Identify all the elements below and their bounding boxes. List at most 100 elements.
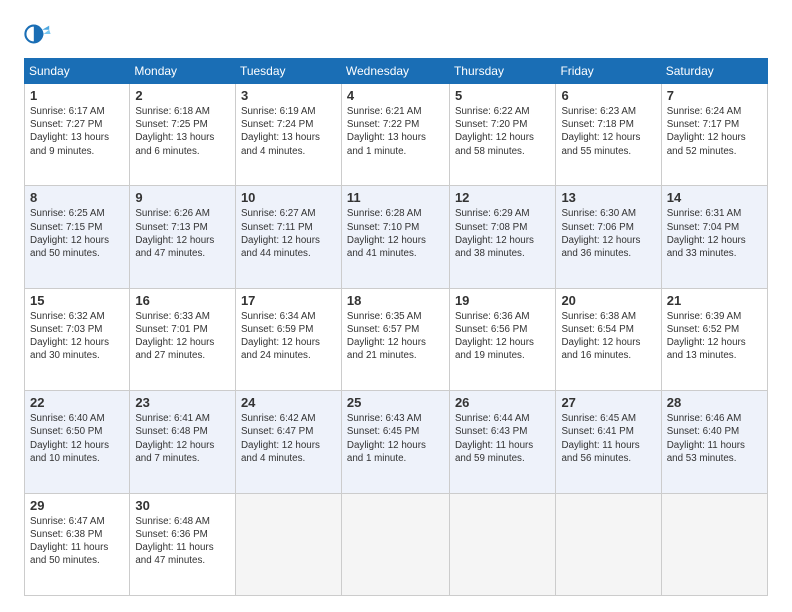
calendar-cell: 3Sunrise: 6:19 AMSunset: 7:24 PMDaylight… <box>235 84 341 186</box>
cell-info: Sunrise: 6:31 AMSunset: 7:04 PMDaylight:… <box>667 207 762 260</box>
day-number: 24 <box>241 395 336 410</box>
calendar-cell: 30 Sunrise: 6:48 AMSunset: 6:36 PMDayligh… <box>130 493 236 595</box>
day-number: 2 <box>135 88 230 103</box>
cell-info: Sunrise: 6:43 AMSunset: 6:45 PMDaylight:… <box>347 412 444 465</box>
day-number: 19 <box>455 293 550 308</box>
calendar-cell: 4 Sunrise: 6:21 AMSunset: 7:22 PMDaylight… <box>341 84 449 186</box>
calendar-header-monday: Monday <box>130 59 236 84</box>
cell-info: Sunrise: 6:33 AMSunset: 7:01 PMDaylight:… <box>135 310 230 363</box>
cell-info: Sunrise: 6:17 AMSunset: 7:27 PMDaylight:… <box>30 105 124 158</box>
calendar-cell: 8 Sunrise: 6:25 AMSunset: 7:15 PMDaylight… <box>25 186 130 288</box>
day-number: 14 <box>667 190 762 205</box>
day-number: 1 <box>30 88 124 103</box>
calendar-cell: 21Sunrise: 6:39 AMSunset: 6:52 PMDayligh… <box>661 288 767 390</box>
calendar-body: 1 Sunrise: 6:17 AMSunset: 7:27 PMDaylight… <box>25 84 768 596</box>
calendar-cell: 25 Sunrise: 6:43 AMSunset: 6:45 PMDayligh… <box>341 391 449 493</box>
calendar-week-row: 8 Sunrise: 6:25 AMSunset: 7:15 PMDaylight… <box>25 186 768 288</box>
calendar-cell: 1 Sunrise: 6:17 AMSunset: 7:27 PMDaylight… <box>25 84 130 186</box>
cell-info: Sunrise: 6:21 AMSunset: 7:22 PMDaylight:… <box>347 105 444 158</box>
day-number: 3 <box>241 88 336 103</box>
calendar-cell: 11 Sunrise: 6:28 AMSunset: 7:10 PMDayligh… <box>341 186 449 288</box>
day-number: 4 <box>347 88 444 103</box>
day-number: 16 <box>135 293 230 308</box>
calendar-cell <box>556 493 661 595</box>
day-number: 25 <box>347 395 444 410</box>
header <box>24 20 768 48</box>
cell-info: Sunrise: 6:35 AMSunset: 6:57 PMDaylight:… <box>347 310 444 363</box>
calendar-cell: 15Sunrise: 6:32 AMSunset: 7:03 PMDayligh… <box>25 288 130 390</box>
day-number: 29 <box>30 498 124 513</box>
calendar-week-row: 22 Sunrise: 6:40 AMSunset: 6:50 PMDayligh… <box>25 391 768 493</box>
calendar-cell: 17 Sunrise: 6:34 AMSunset: 6:59 PMDayligh… <box>235 288 341 390</box>
cell-info: Sunrise: 6:28 AMSunset: 7:10 PMDaylight:… <box>347 207 444 260</box>
calendar-cell: 29 Sunrise: 6:47 AMSunset: 6:38 PMDayligh… <box>25 493 130 595</box>
calendar-header-tuesday: Tuesday <box>235 59 341 84</box>
day-number: 12 <box>455 190 550 205</box>
logo <box>24 20 56 48</box>
cell-info: Sunrise: 6:25 AMSunset: 7:15 PMDaylight:… <box>30 207 124 260</box>
cell-info: Sunrise: 6:39 AMSunset: 6:52 PMDaylight:… <box>667 310 762 363</box>
day-number: 26 <box>455 395 550 410</box>
calendar-cell: 7Sunrise: 6:24 AMSunset: 7:17 PMDaylight… <box>661 84 767 186</box>
day-number: 30 <box>135 498 230 513</box>
calendar-cell <box>661 493 767 595</box>
cell-info: Sunrise: 6:45 AMSunset: 6:41 PMDaylight:… <box>561 412 655 465</box>
calendar-cell: 6 Sunrise: 6:23 AMSunset: 7:18 PMDaylight… <box>556 84 661 186</box>
calendar-cell: 20 Sunrise: 6:38 AMSunset: 6:54 PMDayligh… <box>556 288 661 390</box>
calendar-week-row: 15Sunrise: 6:32 AMSunset: 7:03 PMDayligh… <box>25 288 768 390</box>
cell-info: Sunrise: 6:44 AMSunset: 6:43 PMDaylight:… <box>455 412 550 465</box>
cell-info: Sunrise: 6:18 AMSunset: 7:25 PMDaylight:… <box>135 105 230 158</box>
cell-info: Sunrise: 6:26 AMSunset: 7:13 PMDaylight:… <box>135 207 230 260</box>
calendar-cell: 24 Sunrise: 6:42 AMSunset: 6:47 PMDayligh… <box>235 391 341 493</box>
calendar-cell: 13 Sunrise: 6:30 AMSunset: 7:06 PMDayligh… <box>556 186 661 288</box>
calendar-cell: 18 Sunrise: 6:35 AMSunset: 6:57 PMDayligh… <box>341 288 449 390</box>
calendar-cell: 19 Sunrise: 6:36 AMSunset: 6:56 PMDayligh… <box>449 288 555 390</box>
calendar-header-saturday: Saturday <box>661 59 767 84</box>
calendar-header-wednesday: Wednesday <box>341 59 449 84</box>
day-number: 28 <box>667 395 762 410</box>
cell-info: Sunrise: 6:29 AMSunset: 7:08 PMDaylight:… <box>455 207 550 260</box>
cell-info: Sunrise: 6:36 AMSunset: 6:56 PMDaylight:… <box>455 310 550 363</box>
calendar-header-sunday: Sunday <box>25 59 130 84</box>
day-number: 17 <box>241 293 336 308</box>
calendar-cell: 28 Sunrise: 6:46 AMSunset: 6:40 PMDayligh… <box>661 391 767 493</box>
cell-info: Sunrise: 6:48 AMSunset: 6:36 PMDaylight:… <box>135 515 230 568</box>
cell-info: Sunrise: 6:34 AMSunset: 6:59 PMDaylight:… <box>241 310 336 363</box>
cell-info: Sunrise: 6:47 AMSunset: 6:38 PMDaylight:… <box>30 515 124 568</box>
logo-area <box>24 20 56 48</box>
calendar-cell: 27Sunrise: 6:45 AMSunset: 6:41 PMDayligh… <box>556 391 661 493</box>
cell-info: Sunrise: 6:38 AMSunset: 6:54 PMDaylight:… <box>561 310 655 363</box>
day-number: 8 <box>30 190 124 205</box>
day-number: 13 <box>561 190 655 205</box>
calendar-table: SundayMondayTuesdayWednesdayThursdayFrid… <box>24 58 768 596</box>
cell-info: Sunrise: 6:23 AMSunset: 7:18 PMDaylight:… <box>561 105 655 158</box>
calendar-week-row: 29 Sunrise: 6:47 AMSunset: 6:38 PMDayligh… <box>25 493 768 595</box>
day-number: 18 <box>347 293 444 308</box>
calendar-cell: 10Sunrise: 6:27 AMSunset: 7:11 PMDayligh… <box>235 186 341 288</box>
day-number: 7 <box>667 88 762 103</box>
day-number: 23 <box>135 395 230 410</box>
calendar-cell <box>341 493 449 595</box>
day-number: 5 <box>455 88 550 103</box>
day-number: 6 <box>561 88 655 103</box>
cell-info: Sunrise: 6:22 AMSunset: 7:20 PMDaylight:… <box>455 105 550 158</box>
day-number: 10 <box>241 190 336 205</box>
calendar-cell: 26 Sunrise: 6:44 AMSunset: 6:43 PMDayligh… <box>449 391 555 493</box>
day-number: 15 <box>30 293 124 308</box>
cell-info: Sunrise: 6:40 AMSunset: 6:50 PMDaylight:… <box>30 412 124 465</box>
calendar-cell: 2 Sunrise: 6:18 AMSunset: 7:25 PMDaylight… <box>130 84 236 186</box>
day-number: 11 <box>347 190 444 205</box>
cell-info: Sunrise: 6:46 AMSunset: 6:40 PMDaylight:… <box>667 412 762 465</box>
calendar-cell: 22 Sunrise: 6:40 AMSunset: 6:50 PMDayligh… <box>25 391 130 493</box>
cell-info: Sunrise: 6:42 AMSunset: 6:47 PMDaylight:… <box>241 412 336 465</box>
day-number: 9 <box>135 190 230 205</box>
cell-info: Sunrise: 6:41 AMSunset: 6:48 PMDaylight:… <box>135 412 230 465</box>
calendar-cell: 9 Sunrise: 6:26 AMSunset: 7:13 PMDaylight… <box>130 186 236 288</box>
logo-icon <box>24 20 52 48</box>
day-number: 22 <box>30 395 124 410</box>
calendar-cell: 14 Sunrise: 6:31 AMSunset: 7:04 PMDayligh… <box>661 186 767 288</box>
calendar-header-row: SundayMondayTuesdayWednesdayThursdayFrid… <box>25 59 768 84</box>
day-number: 20 <box>561 293 655 308</box>
cell-info: Sunrise: 6:30 AMSunset: 7:06 PMDaylight:… <box>561 207 655 260</box>
calendar-cell: 16 Sunrise: 6:33 AMSunset: 7:01 PMDayligh… <box>130 288 236 390</box>
